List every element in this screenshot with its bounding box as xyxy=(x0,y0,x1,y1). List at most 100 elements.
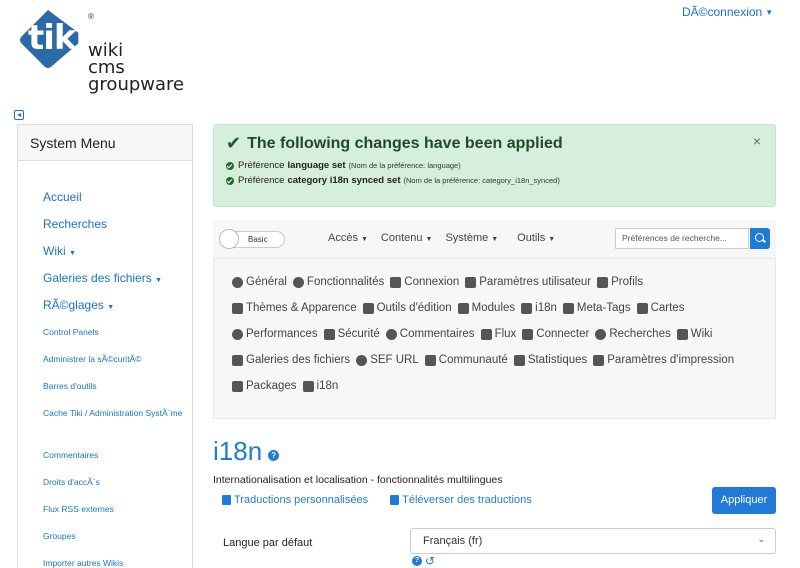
admin-category-23[interactable]: Packages xyxy=(232,373,297,399)
admin-category-0[interactable]: Général xyxy=(232,269,287,295)
sidebar-item-importer[interactable]: Importer autres Wikis xyxy=(43,550,192,568)
admin-category-14[interactable]: Flux xyxy=(480,321,516,347)
caret-down-icon: ▼ xyxy=(107,304,115,311)
sidebar-item-accueil[interactable]: Accueil xyxy=(43,184,192,211)
alert-line-prefix: Préférence xyxy=(238,175,285,186)
category-label: Commentaires xyxy=(399,328,475,340)
default-language-select[interactable]: Français (fr) ⌄ xyxy=(410,528,776,554)
page-description: Internationalisation et localisation - f… xyxy=(213,474,503,486)
admin-category-20[interactable]: Communauté xyxy=(424,347,508,373)
tachometer-icon xyxy=(232,328,243,340)
category-label: SEF URL xyxy=(370,354,419,366)
help-icon[interactable]: ? xyxy=(412,556,422,566)
admin-category-21[interactable]: Statistiques xyxy=(513,347,587,373)
sidebar-item-control-panels[interactable]: Control Panels xyxy=(43,319,192,346)
tiki-logo[interactable]: tiki ® wiki cms groupware xyxy=(18,8,184,98)
sidebar-item-securite[interactable]: Administrer la sÃ©curitÃ© xyxy=(43,346,192,373)
category-label: Wiki xyxy=(690,328,713,340)
help-icon[interactable]: ? xyxy=(268,450,280,461)
category-label: Meta-Tags xyxy=(576,302,631,314)
system-menu-list: Accueil Recherches Wiki ▼ Galeries des f… xyxy=(18,161,192,568)
map-marker-icon xyxy=(636,302,648,314)
logo-text: wiki cms groupware xyxy=(88,42,185,95)
bullhorn-icon xyxy=(302,380,314,392)
menu-outils[interactable]: Outils ▼ xyxy=(517,232,555,244)
sign-in-icon xyxy=(390,276,402,288)
reset-icon[interactable]: ↺ xyxy=(425,555,435,567)
category-label: Performances xyxy=(246,328,318,340)
menu-label: Contenu xyxy=(380,232,423,244)
menu-acces[interactable]: Accès ▼ xyxy=(328,232,368,244)
page-title-text: i18n xyxy=(213,436,263,466)
sidebar-item-recherches[interactable]: Recherches xyxy=(43,211,192,238)
menu-contenu[interactable]: Contenu ▼ xyxy=(381,232,433,244)
logo-line-groupware: groupware xyxy=(88,74,185,95)
admin-category-1[interactable]: Fonctionnalités xyxy=(292,269,385,295)
sidebar-item-flux-rss[interactable]: Flux RSS externes xyxy=(43,496,192,523)
sidebar-item-label: Wiki xyxy=(43,244,66,258)
admin-category-24[interactable]: i18n xyxy=(302,373,338,399)
link-label: Téléverser des traductions xyxy=(402,494,532,506)
cube-icon xyxy=(597,276,609,288)
admin-category-15[interactable]: Connecter xyxy=(522,321,589,347)
admin-category-22[interactable]: Paramètres d'impression xyxy=(593,347,734,373)
alert-title-text: The following changes have been applied xyxy=(247,134,563,152)
users-icon xyxy=(424,354,436,366)
admin-category-7[interactable]: Modules xyxy=(457,295,515,321)
admin-category-12[interactable]: Sécurité xyxy=(323,321,380,347)
category-label: i18n xyxy=(535,302,557,314)
admin-category-6[interactable]: Outils d'édition xyxy=(362,295,452,321)
sidebar-item-reglages[interactable]: RÃ©glages ▼ xyxy=(43,292,192,319)
sidebar-item-cache[interactable]: Cache Tiki / Administration SystÃ¨me xyxy=(43,400,192,442)
category-label: Connecter xyxy=(536,328,590,340)
admin-category-2[interactable]: Connexion xyxy=(390,269,459,295)
admin-category-8[interactable]: i18n xyxy=(521,295,557,321)
custom-translations-link[interactable]: Traductions personnalisées xyxy=(222,494,368,506)
admin-category-16[interactable]: Recherches xyxy=(595,321,671,347)
sidebar-item-commentaires[interactable]: Commentaires xyxy=(43,442,192,469)
admin-category-18[interactable]: Galeries des fichiers xyxy=(232,347,350,373)
sidebar-item-groupes[interactable]: Groupes xyxy=(43,523,192,550)
category-label: Fonctionnalités xyxy=(306,276,385,288)
caret-down-icon: ▼ xyxy=(491,236,499,243)
search-button[interactable] xyxy=(750,228,770,249)
admin-category-10[interactable]: Cartes xyxy=(636,295,684,321)
logo-registered: ® xyxy=(88,12,94,21)
alert-line-bold: language set xyxy=(287,160,346,171)
admin-category-3[interactable]: Paramètres utilisateur xyxy=(465,269,591,295)
caret-down-icon: ▼ xyxy=(548,236,556,243)
admin-category-9[interactable]: Meta-Tags xyxy=(562,295,631,321)
menu-label: Outils xyxy=(517,232,546,244)
admin-category-19[interactable]: SEF URL xyxy=(356,347,419,373)
admin-categories: Général Fonctionnalités Connexion Paramètre… xyxy=(213,258,776,419)
apply-button[interactable]: Appliquer xyxy=(712,487,776,514)
sidebar-item-galeries[interactable]: Galeries des fichiers ▼ xyxy=(43,265,192,292)
upload-translations-link[interactable]: Téléverser des traductions xyxy=(390,494,532,506)
user-menu-label: DÃ©connexion xyxy=(682,5,763,19)
category-label: Communauté xyxy=(438,354,508,366)
sidebar-item-barres-outils[interactable]: Barres d'outils xyxy=(43,373,192,400)
sidebar-item-label: Galeries des fichiers xyxy=(43,271,152,285)
collapse-sidebar-icon[interactable] xyxy=(14,110,24,120)
toggle-knob[interactable] xyxy=(219,229,239,249)
sidebar-item-droits[interactable]: Droits d'accÃ¨s xyxy=(43,469,192,496)
alert-line-note: (Nom de la préférence: category_i18n_syn… xyxy=(403,176,560,185)
user-menu-dropdown[interactable]: DÃ©connexion ▼ xyxy=(682,5,773,19)
admin-category-17[interactable]: Wiki xyxy=(676,321,713,347)
default-language-value: Français (fr) xyxy=(423,535,483,547)
gift-icon xyxy=(232,380,243,392)
check-circle-icon xyxy=(226,176,234,185)
file-icon xyxy=(222,495,231,505)
admin-category-13[interactable]: Commentaires xyxy=(385,321,475,347)
close-icon[interactable]: × xyxy=(753,133,761,149)
preference-search-input[interactable]: Préférences de recherche... xyxy=(615,228,749,249)
category-label: Paramètres d'impression xyxy=(607,354,735,366)
user-icon xyxy=(465,276,477,288)
admin-category-4[interactable]: Profils xyxy=(597,269,643,295)
alert-title: ✔ The following changes have been applie… xyxy=(226,133,763,154)
sidebar-item-wiki[interactable]: Wiki ▼ xyxy=(43,238,192,265)
admin-category-5[interactable]: Thèmes & Apparence xyxy=(232,295,357,321)
menu-systeme[interactable]: Système ▼ xyxy=(445,232,498,244)
admin-toolbar: Basic Accès ▼ Contenu ▼ Système ▼ Outils ▼ P… xyxy=(213,220,776,258)
admin-category-11[interactable]: Performances xyxy=(232,321,318,347)
